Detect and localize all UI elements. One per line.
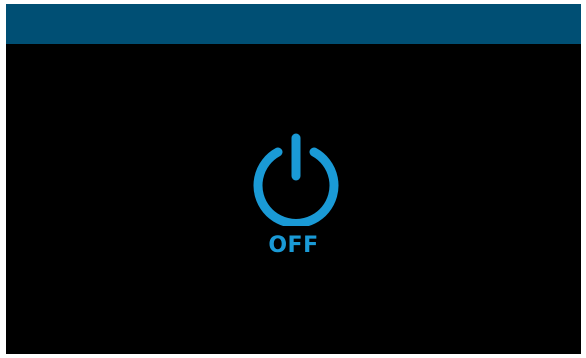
header-bar [6,4,581,44]
power-icon [253,133,339,226]
power-button[interactable] [248,130,344,226]
power-state-label: OFF [268,233,319,258]
device-screen: OFF [6,4,581,354]
